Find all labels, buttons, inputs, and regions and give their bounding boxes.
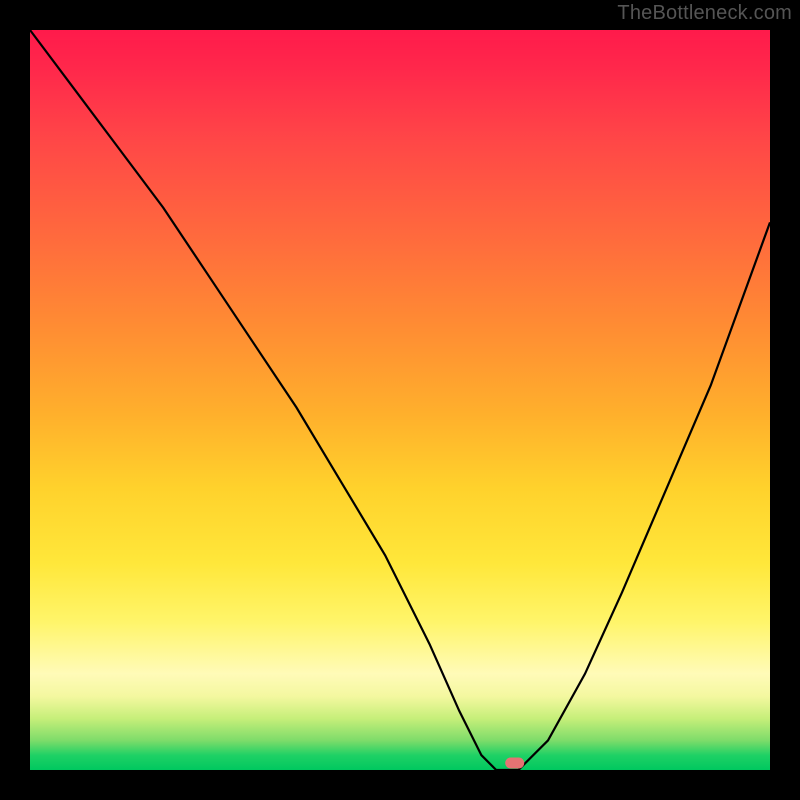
bottleneck-curve: [30, 30, 770, 770]
curve-svg: [30, 30, 770, 770]
chart-frame: TheBottleneck.com: [0, 0, 800, 800]
plot-area: [30, 30, 770, 770]
credit-text: TheBottleneck.com: [617, 2, 792, 25]
optimal-marker: [506, 758, 524, 768]
